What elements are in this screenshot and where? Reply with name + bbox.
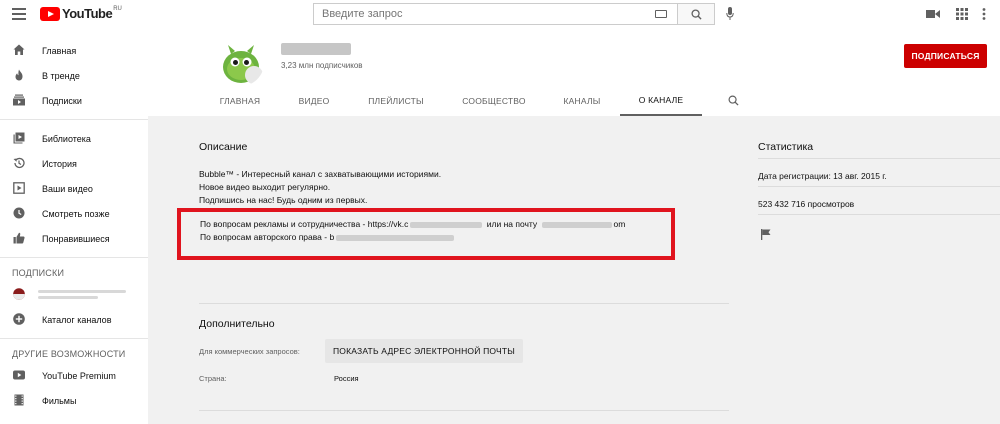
sidebar-item-library[interactable]: Библиотека [0, 126, 148, 151]
clock-icon [13, 207, 25, 219]
registration-date: Дата регистрации: 13 авг. 2015 г. [758, 171, 887, 181]
country-label: Страна: [199, 374, 227, 383]
highlight-annotation-box [177, 208, 675, 260]
sidebar-item-history[interactable]: История [0, 151, 148, 176]
sidebar-item-label: Фильмы [42, 395, 77, 406]
library-icon [13, 132, 25, 144]
section-divider [199, 303, 729, 304]
keyboard-icon[interactable] [655, 10, 667, 18]
sidebar: Главная В тренде Подписки Библиотека Ист… [0, 30, 148, 424]
show-email-button[interactable]: ПОКАЗАТЬ АДРЕС ЭЛЕКТРОННОЙ ПОЧТЫ [325, 339, 523, 363]
subscriber-count: 3,23 млн подписчиков [281, 61, 363, 70]
create-video-icon[interactable] [926, 8, 940, 20]
microphone-icon[interactable] [726, 7, 734, 21]
channel-header: 3,23 млн подписчиков ПОДПИСАТЬСЯ ГЛАВНАЯ… [148, 30, 1000, 116]
channel-avatar [13, 288, 25, 300]
film-icon [14, 394, 24, 406]
channel-search-icon[interactable] [728, 95, 739, 106]
add-circle-icon [13, 313, 25, 325]
redacted-channel-name [38, 290, 126, 293]
subscriptions-heading: ПОДПИСКИ [12, 268, 65, 278]
stats-divider [758, 214, 1000, 215]
top-bar: YouTube RU [0, 0, 1000, 30]
logo-region: RU [113, 5, 122, 12]
tab-about[interactable]: О КАНАЛЕ [620, 86, 702, 116]
your-videos-icon [13, 182, 25, 194]
subscribe-button[interactable]: ПОДПИСАТЬСЯ [904, 44, 987, 68]
additional-title: Дополнительно [199, 318, 275, 330]
tab-videos[interactable]: ВИДЕО [280, 86, 348, 116]
sidebar-item-subscriptions[interactable]: Подписки [0, 88, 148, 113]
sidebar-item-catalog[interactable]: Каталог каналов [0, 307, 148, 332]
apps-grid-icon[interactable] [956, 8, 968, 20]
sidebar-item-label: В тренде [42, 70, 80, 81]
sidebar-item-label: Каталог каналов [42, 314, 112, 325]
sidebar-item-label: Библиотека [42, 133, 91, 144]
section-divider [199, 410, 729, 411]
more-vert-icon[interactable] [982, 8, 986, 20]
sidebar-item-films[interactable]: Фильмы [0, 388, 148, 413]
sidebar-item-trending[interactable]: В тренде [0, 63, 148, 88]
search-input[interactable] [313, 3, 677, 25]
youtube-logo[interactable]: YouTube RU [40, 6, 122, 21]
subscriptions-icon [13, 94, 25, 106]
tab-channels[interactable]: КАНАЛЫ [544, 86, 620, 116]
sidebar-item-home[interactable]: Главная [0, 38, 148, 63]
thumb-up-icon [13, 232, 25, 244]
history-icon [13, 157, 25, 169]
more-features-heading: ДРУГИЕ ВОЗМОЖНОСТИ [12, 349, 126, 359]
country-value: Россия [334, 374, 359, 383]
redacted-channel-name [281, 43, 351, 55]
business-inquiries-label: Для коммерческих запросов: [199, 347, 300, 356]
sidebar-divider [0, 119, 148, 120]
stats-title: Статистика [758, 141, 814, 153]
youtube-icon [13, 370, 25, 380]
description-line: Новое видео выходит регулярно. [199, 182, 331, 192]
sidebar-item-subscription-channel[interactable] [0, 282, 148, 307]
description-line: Подпишись на нас! Будь одним из первых. [199, 195, 368, 205]
search-icon [690, 8, 702, 20]
search-bar [313, 3, 715, 25]
sidebar-item-watch-later[interactable]: Смотреть позже [0, 201, 148, 226]
sidebar-item-liked[interactable]: Понравившиеся [0, 226, 148, 251]
description-title: Описание [199, 141, 248, 153]
sidebar-item-your-videos[interactable]: Ваши видео [0, 176, 148, 201]
sidebar-item-label: Подписки [42, 95, 82, 106]
view-count: 523 432 716 просмотров [758, 199, 855, 209]
sidebar-divider [0, 338, 148, 339]
tab-community[interactable]: СООБЩЕСТВО [444, 86, 544, 116]
sidebar-divider [0, 257, 148, 258]
about-content: Описание Bubble™ - Интересный канал с за… [148, 116, 1000, 424]
sidebar-item-label: YouTube Premium [42, 370, 116, 381]
menu-icon[interactable] [12, 8, 26, 20]
sidebar-item-youtube-premium[interactable]: YouTube Premium [0, 363, 148, 388]
sidebar-item-label: Смотреть позже [42, 208, 110, 219]
channel-avatar[interactable] [218, 40, 264, 86]
channel-tabs: ГЛАВНАЯ ВИДЕО ПЛЕЙЛИСТЫ СООБЩЕСТВО КАНАЛ… [200, 86, 702, 116]
stats-divider [758, 158, 1000, 159]
flame-icon [15, 69, 23, 81]
sidebar-item-label: Ваши видео [42, 183, 93, 194]
search-button[interactable] [677, 3, 715, 25]
sidebar-item-label: Главная [42, 45, 77, 56]
stats-divider [758, 186, 1000, 187]
youtube-play-icon [40, 6, 60, 21]
description-line: Bubble™ - Интересный канал с захватывающ… [199, 169, 442, 179]
redacted-channel-name [38, 296, 98, 299]
flag-icon[interactable] [761, 229, 771, 240]
sidebar-item-label: История [42, 158, 77, 169]
tab-playlists[interactable]: ПЛЕЙЛИСТЫ [348, 86, 444, 116]
home-icon [13, 44, 25, 55]
logo-text: YouTube [62, 6, 113, 21]
tab-home[interactable]: ГЛАВНАЯ [200, 86, 280, 116]
sidebar-item-label: Понравившиеся [42, 233, 110, 244]
